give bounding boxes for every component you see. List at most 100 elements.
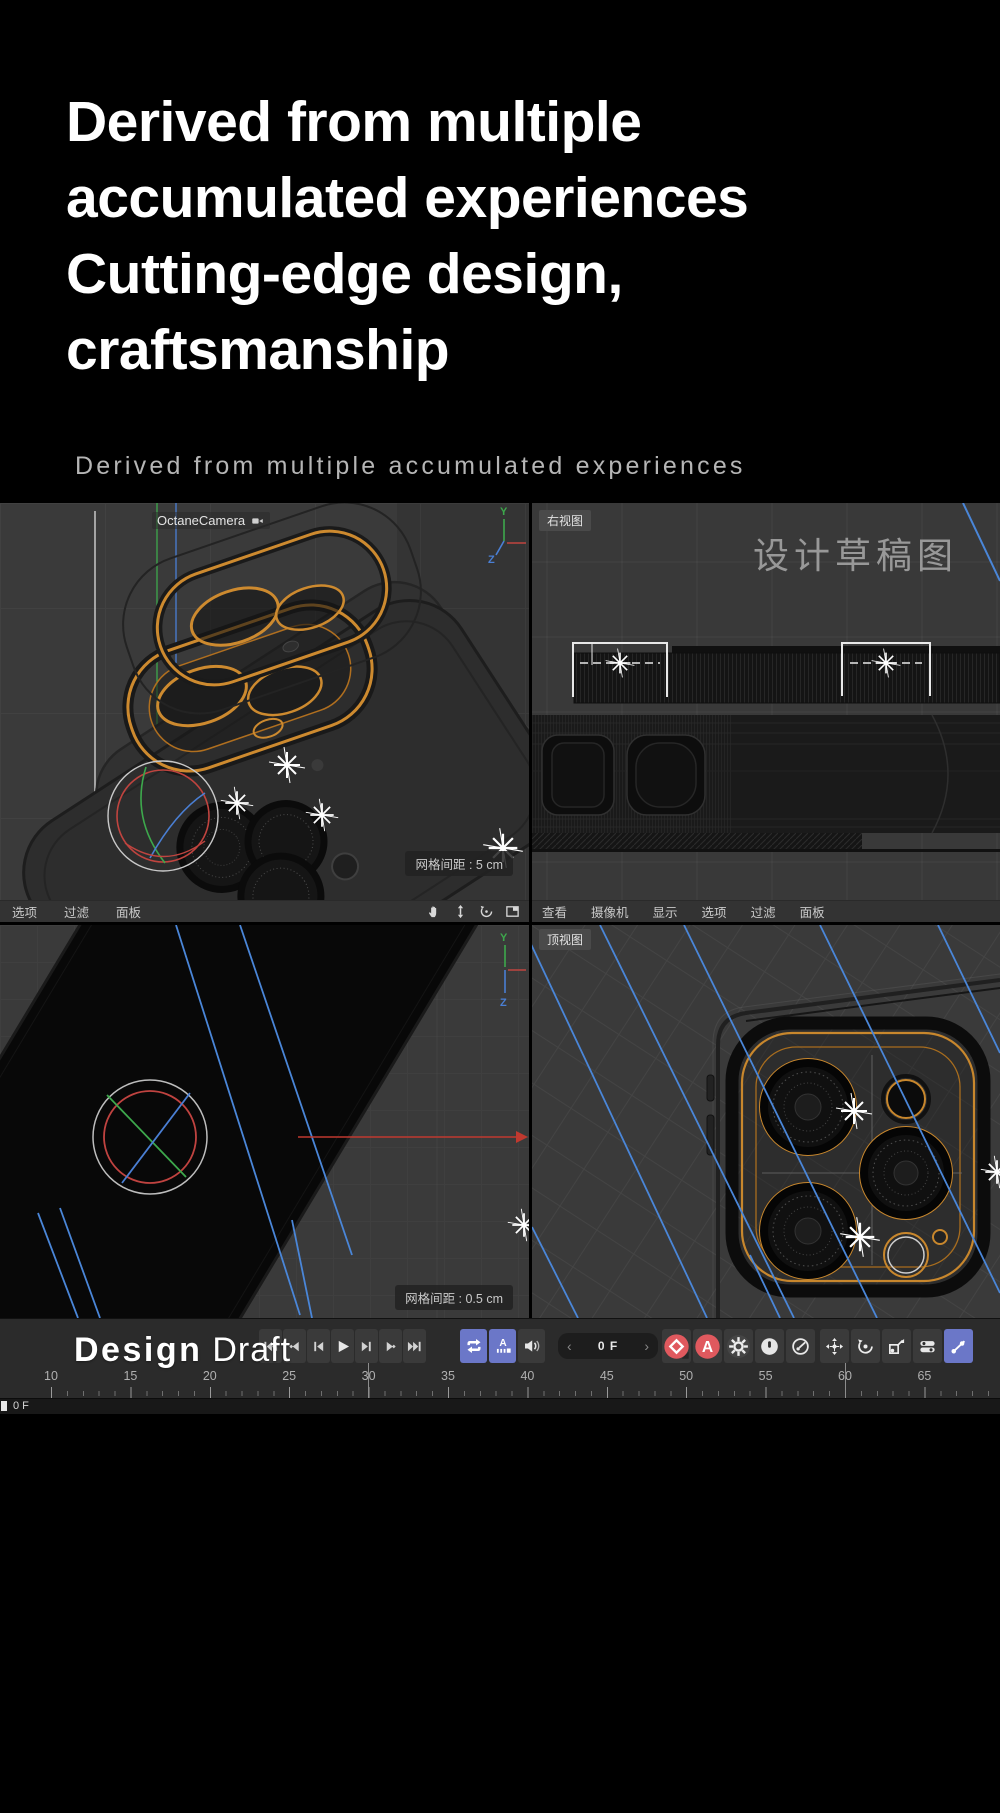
record-controls: A xyxy=(662,1329,753,1363)
keying-settings-gear-icon xyxy=(726,1334,751,1359)
toggle-viewport-icon xyxy=(505,904,520,919)
timeline-ruler[interactable]: 101520253035404550556065 xyxy=(0,1369,1000,1385)
menu-item[interactable]: 面板 xyxy=(800,902,825,921)
menu-item[interactable]: 面板 xyxy=(116,902,141,921)
svg-text:Y: Y xyxy=(500,932,508,944)
current-frame-field[interactable]: ‹ 0 F › xyxy=(558,1333,658,1359)
frame-decrement-button[interactable]: ‹ xyxy=(567,1339,572,1353)
svg-text:Z: Z xyxy=(488,554,495,566)
goto-end-button[interactable] xyxy=(403,1329,426,1363)
view-label[interactable]: 顶视图 xyxy=(539,929,591,950)
viewport-menubar: 查看 摄像机 显示 选项 过滤 面板 xyxy=(532,900,1000,922)
page: Derived from multiple accumulated experi… xyxy=(0,0,1000,1813)
prev-frame-button[interactable] xyxy=(307,1329,330,1363)
frame-increment-button[interactable]: › xyxy=(644,1339,649,1353)
dolly-button[interactable] xyxy=(452,903,469,920)
ruler-tick-label: 65 xyxy=(917,1369,931,1383)
autokey-button[interactable]: A xyxy=(693,1329,722,1363)
mouse-button[interactable] xyxy=(755,1329,784,1363)
next-frame-button[interactable] xyxy=(355,1329,378,1363)
rotate-view-button[interactable] xyxy=(478,903,495,920)
title-bold: Design xyxy=(74,1331,202,1369)
record-parameter-button[interactable] xyxy=(913,1329,942,1363)
timeline-scrollbar[interactable]: 0 F xyxy=(0,1398,1000,1414)
grid-spacing-label: 网格间距 : 5 cm xyxy=(405,851,513,876)
sound-button[interactable] xyxy=(518,1329,545,1363)
record-position-icon xyxy=(825,1337,844,1356)
frame-marker-line xyxy=(368,1361,369,1398)
record-keyframe-icon xyxy=(664,1334,689,1359)
dolly-icon xyxy=(453,904,468,919)
camera-label[interactable]: OctaneCamera xyxy=(152,512,270,529)
design-draft-title: Design Draft xyxy=(74,1331,291,1370)
next-key-button[interactable] xyxy=(379,1329,402,1363)
record-pla-icon xyxy=(949,1337,968,1356)
toggle-viewport-button[interactable] xyxy=(504,903,521,920)
hero-title: Derived from multiple accumulated experi… xyxy=(66,84,748,388)
menu-item[interactable]: 摄像机 xyxy=(591,902,629,921)
autokey-icon: A xyxy=(695,1334,720,1359)
menu-item[interactable]: 过滤 xyxy=(751,902,776,921)
menu-item[interactable]: 选项 xyxy=(12,902,37,921)
record-position-button[interactable] xyxy=(820,1329,849,1363)
camera-module-wireframe xyxy=(732,1023,984,1291)
viewport-canvas-front: Y X Z xyxy=(0,925,529,1318)
playhead-marker[interactable] xyxy=(1,1401,7,1411)
record-pla-button[interactable] xyxy=(944,1329,973,1363)
ruler-tick-label: 35 xyxy=(441,1369,455,1383)
watermark-text: 设计草稿图 xyxy=(753,527,958,579)
menu-item[interactable]: 过滤 xyxy=(64,902,89,921)
menu-item[interactable]: 查看 xyxy=(542,902,567,921)
viewport-perspective[interactable]: Y Z X OctaneCamera 网格间距 : 5 cm 选项 过滤 面板 xyxy=(0,503,529,922)
viewport-nav-icons xyxy=(426,900,521,922)
playback-mode-controls: A xyxy=(460,1329,545,1363)
sound-icon xyxy=(523,1337,541,1355)
gauge-icon xyxy=(791,1337,810,1356)
next-key-icon xyxy=(383,1339,398,1354)
current-frame-label: 0 F xyxy=(13,1400,29,1412)
record-scale-icon xyxy=(887,1337,906,1356)
loop-playback-button[interactable] xyxy=(460,1329,487,1363)
record-rotation-icon xyxy=(856,1337,875,1356)
pan-hand-icon xyxy=(427,904,442,919)
play-button[interactable] xyxy=(331,1329,354,1363)
loop-playback-icon xyxy=(465,1337,483,1355)
prev-frame-icon xyxy=(311,1339,326,1354)
menu-item[interactable]: 显示 xyxy=(653,902,678,921)
camera-label-text: OctaneCamera xyxy=(157,513,245,528)
ruler-ticks[interactable] xyxy=(0,1387,1000,1398)
toggle-controls xyxy=(755,1329,815,1363)
hero-subtitle: Derived from multiple accumulated experi… xyxy=(75,452,746,481)
keying-channel-controls xyxy=(820,1329,973,1363)
record-keyframe-button[interactable] xyxy=(662,1329,691,1363)
ruler-tick-label: 40 xyxy=(520,1369,534,1383)
viewport-canvas-top xyxy=(532,925,1000,1318)
menu-item[interactable]: 选项 xyxy=(702,902,727,921)
ruler-tick-label: 20 xyxy=(203,1369,217,1383)
animation-timeline: DesignDraft A ‹ 0 F › A 1015202530354045… xyxy=(0,1318,1000,1399)
play-icon xyxy=(335,1339,350,1354)
mouse-icon xyxy=(760,1337,779,1356)
animation-keys-button[interactable]: A xyxy=(489,1329,516,1363)
viewport-canvas-perspective: Y Z X xyxy=(0,503,529,900)
record-scale-button[interactable] xyxy=(882,1329,911,1363)
viewport-front-view[interactable]: Y X Z 网格间距 : 0.5 cm xyxy=(0,925,529,1318)
gauge-button[interactable] xyxy=(786,1329,815,1363)
svg-text:A: A xyxy=(499,1338,507,1349)
camera-icon xyxy=(250,515,265,527)
svg-text:Y: Y xyxy=(500,506,508,518)
ruler-tick-label: 45 xyxy=(600,1369,614,1383)
svg-text:A: A xyxy=(702,1339,713,1356)
rotate-view-icon xyxy=(479,904,494,919)
title-regular: Draft xyxy=(212,1331,291,1369)
svg-text:Z: Z xyxy=(500,997,507,1009)
viewport-right-view[interactable]: 右视图 设计草稿图 查看 摄像机 显示 选项 过滤 面板 xyxy=(532,503,1000,922)
keying-settings-gear-button[interactable] xyxy=(724,1329,753,1363)
pan-hand-button[interactable] xyxy=(426,903,443,920)
viewport-top-view[interactable]: 顶视图 xyxy=(532,925,1000,1318)
next-frame-icon xyxy=(359,1339,374,1354)
ruler-tick-label: 10 xyxy=(44,1369,58,1383)
view-label[interactable]: 右视图 xyxy=(539,510,591,531)
ruler-tick-label: 15 xyxy=(123,1369,137,1383)
record-rotation-button[interactable] xyxy=(851,1329,880,1363)
